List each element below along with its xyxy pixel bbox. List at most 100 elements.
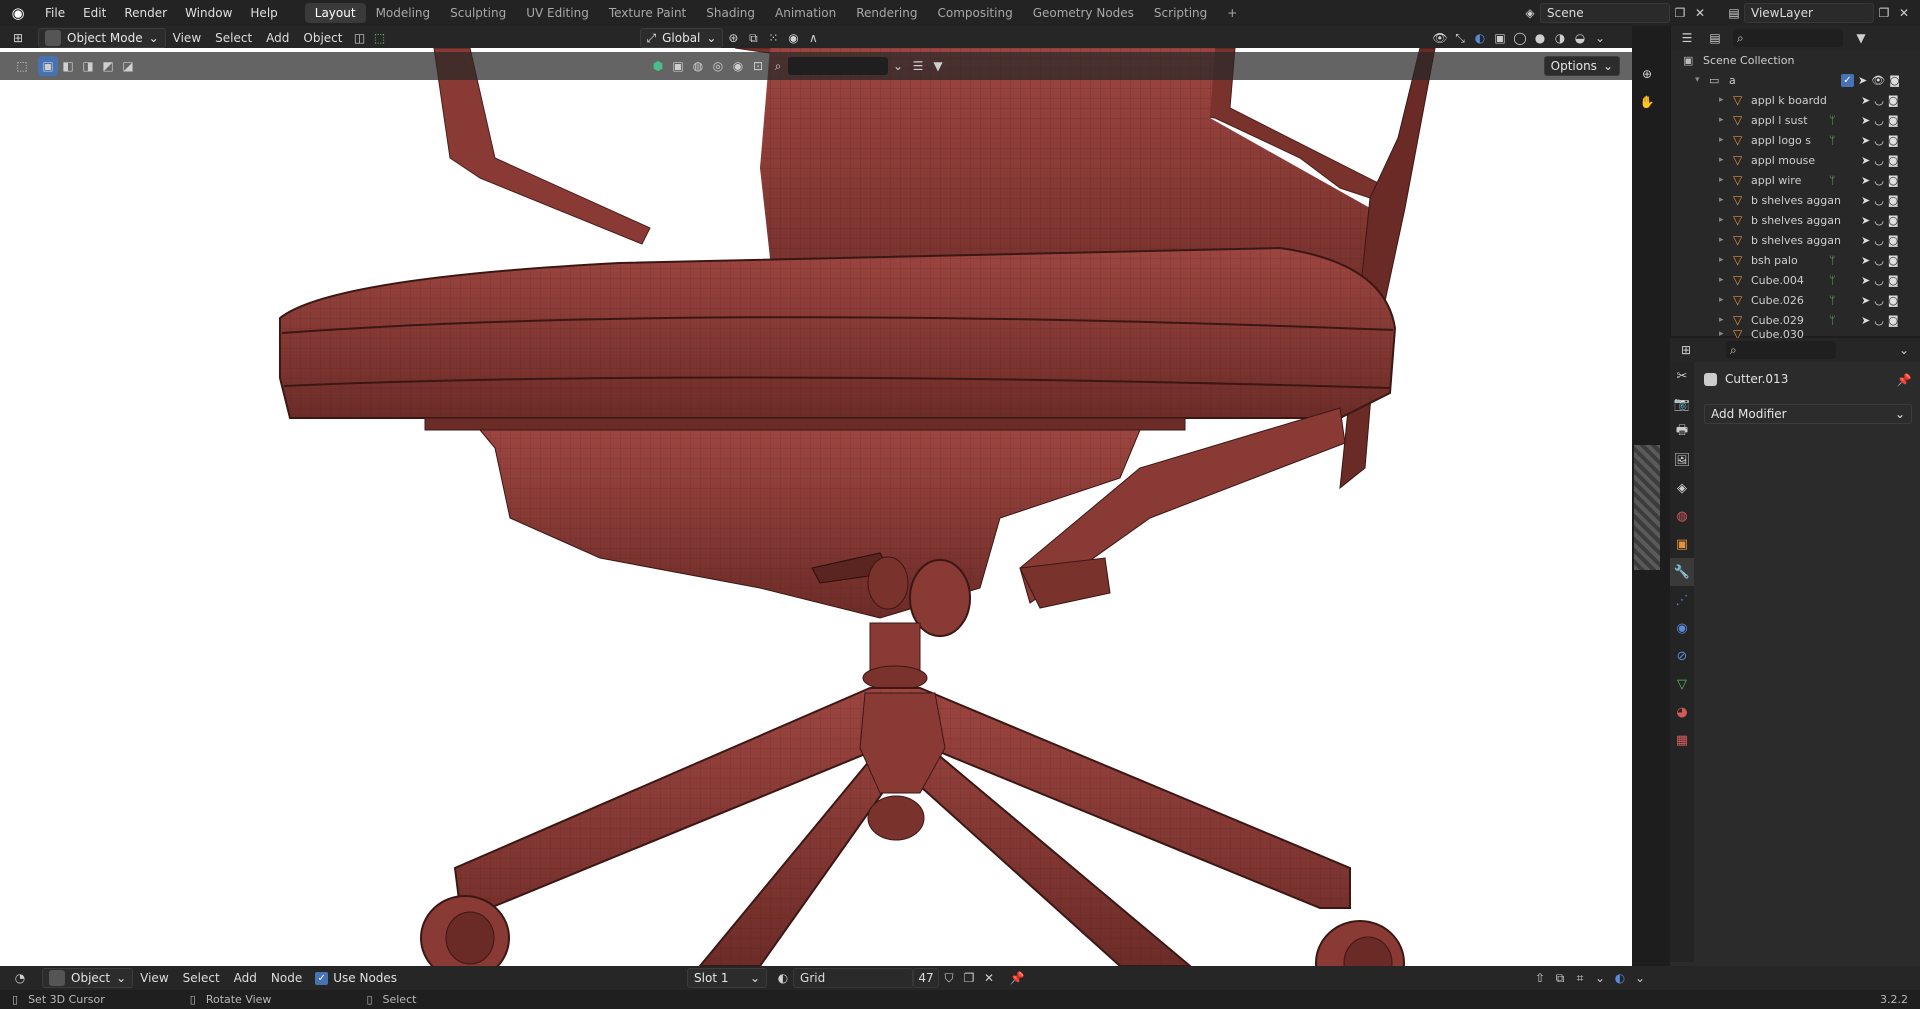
viewport-menu-object[interactable]: Object bbox=[296, 28, 349, 48]
properties-editor-icon[interactable]: ⊞ bbox=[1676, 340, 1696, 360]
use-nodes-checkbox[interactable]: ✓ bbox=[315, 971, 329, 985]
visibility-icon[interactable]: 👁 bbox=[1430, 28, 1450, 48]
sidebar-collapse-handle[interactable] bbox=[1634, 445, 1660, 570]
view-layer-tab-icon[interactable]: 🖼 bbox=[1670, 446, 1694, 474]
overlay-icon[interactable]: ◐ bbox=[1610, 968, 1630, 988]
editor-type-icon[interactable]: ⊞ bbox=[8, 28, 28, 48]
menu-render[interactable]: Render bbox=[115, 6, 176, 20]
snap-increment-icon[interactable]: ⁙ bbox=[763, 28, 783, 48]
select-invert-icon[interactable]: ◪ bbox=[118, 56, 138, 76]
snap-target-icon[interactable]: ⬚ bbox=[370, 28, 390, 48]
shape-icon[interactable]: ◫ bbox=[350, 28, 370, 48]
expand-icon[interactable]: ▾ bbox=[1695, 75, 1700, 85]
node-menu-add[interactable]: Add bbox=[227, 968, 264, 988]
viewport-menu-select[interactable]: Select bbox=[208, 28, 259, 48]
outliner-item[interactable]: ▸ ▽ appl wire ᛘ ➤ ◡ ◙ bbox=[1671, 170, 1920, 190]
proportional-edit-icon[interactable]: ◉ bbox=[783, 28, 803, 48]
chevron-down-icon[interactable]: ⌄ bbox=[1894, 340, 1914, 360]
menu-edit[interactable]: Edit bbox=[74, 6, 115, 20]
scene-tab-icon[interactable]: ◈ bbox=[1670, 474, 1694, 502]
zoom-icon[interactable]: ⊕ bbox=[1637, 64, 1657, 84]
outliner-item[interactable]: ▸ ▽ b shelves aggan ➤ ◡ ◙ bbox=[1671, 210, 1920, 230]
outliner-item[interactable]: ▸ ▽ appl l sust ᛘ ➤ ◡ ◙ bbox=[1671, 110, 1920, 130]
select-extend-icon[interactable]: ◧ bbox=[58, 56, 78, 76]
scene-icon[interactable]: ◈ bbox=[1520, 3, 1540, 23]
modifier-tab-icon[interactable]: 🔧 bbox=[1670, 558, 1694, 586]
material-users-count[interactable]: 47 bbox=[913, 968, 940, 988]
filter-search-input[interactable] bbox=[788, 57, 888, 75]
scene-selector[interactable]: Scene bbox=[1540, 3, 1670, 23]
search-icon[interactable]: ⌕ bbox=[768, 56, 788, 76]
shading-wireframe-icon[interactable]: ◯ bbox=[1510, 28, 1530, 48]
node-menu-view[interactable]: View bbox=[133, 968, 175, 988]
filter-dropdown-icon[interactable]: ⌄ bbox=[888, 56, 908, 76]
overlays-icon[interactable]: ◐ bbox=[1470, 28, 1490, 48]
duplicate-material-icon[interactable]: ❐ bbox=[959, 968, 979, 988]
tab-modeling[interactable]: Modeling bbox=[366, 3, 441, 23]
outliner-item[interactable]: ▸ ▽ appl k boardd ➤ ◡ ◙ bbox=[1671, 90, 1920, 110]
output-tab-icon[interactable]: 🖶 bbox=[1670, 418, 1694, 446]
filter-image-icon[interactable]: ⊡ bbox=[748, 56, 768, 76]
object-type-filter-icon[interactable]: ⬢ bbox=[648, 56, 668, 76]
pin-icon[interactable]: 📌 bbox=[1007, 968, 1027, 988]
close-view-layer-icon[interactable]: ✕ bbox=[1894, 3, 1914, 23]
tool-tab-icon[interactable]: ✂ bbox=[1670, 362, 1694, 390]
outliner-item[interactable]: ▸ ▽ b shelves aggan ➤ ◡ ◙ bbox=[1671, 190, 1920, 210]
sort-icon[interactable]: ☰ bbox=[908, 56, 928, 76]
close-scene-icon[interactable]: ✕ bbox=[1690, 3, 1710, 23]
select-tool-icon[interactable]: ⬚ bbox=[12, 56, 32, 76]
filter-mesh-icon[interactable]: ▣ bbox=[668, 56, 688, 76]
constraints-tab-icon[interactable]: ⊘ bbox=[1670, 642, 1694, 670]
transform-orientation-dropdown[interactable]: ⤢ Global ⌄ bbox=[639, 28, 724, 48]
pivot-icon[interactable]: ⊛ bbox=[723, 28, 743, 48]
filter-world-icon[interactable]: ◎ bbox=[708, 56, 728, 76]
display-mode-icon[interactable]: ▤ bbox=[1705, 28, 1725, 48]
material-name-field[interactable]: Grid bbox=[793, 968, 914, 988]
menu-window[interactable]: Window bbox=[176, 6, 241, 20]
filter-icon[interactable]: ▼ bbox=[1851, 28, 1871, 48]
add-modifier-dropdown[interactable]: Add Modifier ⌄ bbox=[1704, 404, 1912, 424]
gizmo-icon[interactable]: ⤡ bbox=[1450, 28, 1470, 48]
material-slot-dropdown[interactable]: Slot 1 ⌄ bbox=[687, 968, 768, 988]
tab-animation[interactable]: Animation bbox=[765, 3, 846, 23]
collection-visibility[interactable]: ✓ ➤ 👁 ◙ bbox=[1841, 73, 1900, 87]
world-tab-icon[interactable]: ◍ bbox=[1670, 502, 1694, 530]
select-subtract-icon[interactable]: ◨ bbox=[78, 56, 98, 76]
xray-icon[interactable]: ▣ bbox=[1490, 28, 1510, 48]
particles-tab-icon[interactable]: ⋰ bbox=[1670, 586, 1694, 614]
chevron-down-icon[interactable]: ⌄ bbox=[1630, 968, 1650, 988]
tab-shading[interactable]: Shading bbox=[696, 3, 765, 23]
viewport-menu-add[interactable]: Add bbox=[259, 28, 296, 48]
outliner-item[interactable]: ▸ ▽ appl logo s ᛘ ➤ ◡ ◙ bbox=[1671, 130, 1920, 150]
material-tab-icon[interactable]: ◕ bbox=[1670, 698, 1694, 726]
material-browse-icon[interactable]: ◐ bbox=[773, 968, 793, 988]
outliner-collection-a[interactable]: ▾ ▭ a ✓ ➤ 👁 ◙ bbox=[1671, 70, 1920, 90]
add-workspace-button[interactable]: + bbox=[1217, 3, 1247, 23]
tab-geometry-nodes[interactable]: Geometry Nodes bbox=[1023, 3, 1144, 23]
pin-icon[interactable]: 📌 bbox=[1894, 370, 1914, 390]
pan-hand-icon[interactable]: ✋ bbox=[1637, 92, 1657, 112]
outliner-item[interactable]: ▸ ▽ Cube.030 bbox=[1671, 330, 1920, 338]
outliner-item[interactable]: ▸ ▽ Cube.026 ᛘ ➤ ◡ ◙ bbox=[1671, 290, 1920, 310]
select-box-icon[interactable]: ▣ bbox=[38, 56, 58, 76]
menu-help[interactable]: Help bbox=[241, 6, 286, 20]
unlink-material-icon[interactable]: ✕ bbox=[979, 968, 999, 988]
tab-layout[interactable]: Layout bbox=[304, 3, 366, 23]
new-view-layer-icon[interactable]: ❐ bbox=[1874, 3, 1894, 23]
tab-sculpting[interactable]: Sculpting bbox=[440, 3, 516, 23]
snap-icon[interactable]: ⧉ bbox=[743, 28, 763, 48]
viewport-menu-view[interactable]: View bbox=[166, 28, 208, 48]
node-menu-node[interactable]: Node bbox=[264, 968, 309, 988]
outliner-search-input[interactable]: ⌕ bbox=[1733, 29, 1843, 47]
mode-dropdown[interactable]: Object Mode ⌄ bbox=[38, 28, 166, 48]
render-tab-icon[interactable]: 📷 bbox=[1670, 390, 1694, 418]
snap-icon[interactable]: ⧉ bbox=[1550, 968, 1570, 988]
data-tab-icon[interactable]: ▽ bbox=[1670, 670, 1694, 698]
shading-rendered-icon[interactable]: ◒ bbox=[1570, 28, 1590, 48]
properties-search-input[interactable]: ⌕ bbox=[1726, 341, 1836, 359]
funnel-icon[interactable]: ▼ bbox=[928, 56, 948, 76]
view-layer-selector[interactable]: ViewLayer bbox=[1744, 3, 1874, 23]
outliner-item[interactable]: ▸ ▽ b shelves aggan ➤ ◡ ◙ bbox=[1671, 230, 1920, 250]
filter-sphere-icon[interactable]: ◍ bbox=[688, 56, 708, 76]
parent-node-tree-icon[interactable]: ⇧ bbox=[1530, 968, 1550, 988]
